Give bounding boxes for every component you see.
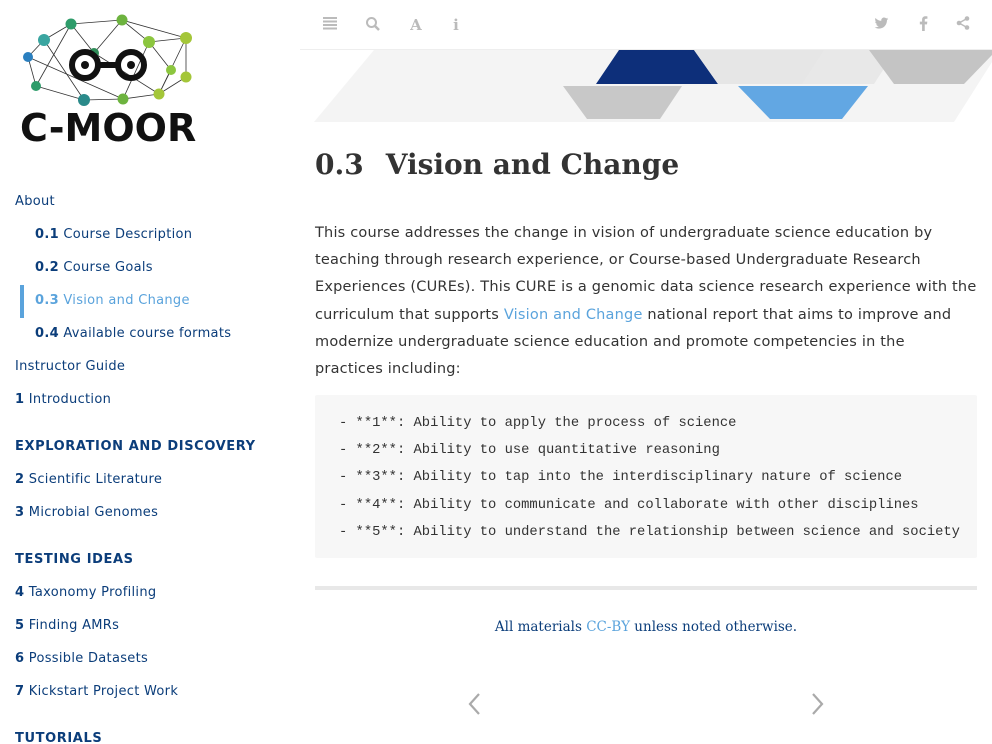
- sidebar-item-course-formats[interactable]: 0.4 Available course formats: [35, 326, 231, 341]
- logo-text: C-MOOR: [20, 106, 197, 150]
- code-line: - **2**: Ability to use quantitative rea…: [339, 443, 720, 459]
- sidebar-item-label: Course Description: [63, 227, 193, 242]
- search-icon[interactable]: [364, 16, 382, 34]
- sidebar-item-label: Scientific Literature: [28, 472, 163, 487]
- sidebar-header-testing-ideas: Testing Ideas: [15, 552, 134, 567]
- code-line: - **5**: Ability to understand the relat…: [339, 524, 960, 540]
- footer-divider: [315, 586, 977, 590]
- share-icon[interactable]: [954, 16, 972, 34]
- sidebar-item-label: Kickstart Project Work: [28, 684, 179, 699]
- menu-icon[interactable]: [321, 16, 339, 34]
- chevron-left-icon: [468, 693, 480, 715]
- sidebar-item-label: Vision and Change: [63, 293, 190, 308]
- sidebar-item-label: Available course formats: [63, 326, 232, 341]
- cc-by-link[interactable]: CC-BY: [586, 619, 630, 635]
- sidebar: C-MOOR About 0.1 Course Description 0.2 …: [0, 0, 300, 744]
- page-title-text: Vision and Change: [385, 148, 680, 181]
- section-number: 4: [15, 585, 25, 600]
- sidebar-item-label: Possible Datasets: [28, 651, 149, 666]
- chevron-right-icon: [812, 693, 824, 715]
- sidebar-item-label: Finding AMRs: [28, 618, 120, 633]
- sidebar-item-possible-datasets[interactable]: 6 Possible Datasets: [15, 651, 148, 666]
- intro-paragraph: This course addresses the change in visi…: [315, 220, 977, 383]
- license-note: All materials CC-BY unless noted otherwi…: [315, 619, 977, 635]
- section-number: 0.4: [35, 326, 59, 341]
- facebook-icon[interactable]: [914, 16, 932, 34]
- sidebar-item-label: Course Goals: [63, 260, 153, 275]
- sidebar-item-microbial-genomes[interactable]: 3 Microbial Genomes: [15, 505, 158, 520]
- code-line: - **1**: Ability to apply the process of…: [339, 416, 737, 431]
- code-block: - **1**: Ability to apply the process of…: [315, 395, 977, 558]
- sidebar-item-introduction[interactable]: 1 Introduction: [15, 392, 111, 407]
- sidebar-item-label: Introduction: [28, 392, 112, 407]
- sidebar-item-label: About: [15, 194, 55, 209]
- sidebar-header-exploration: Exploration and Discovery: [15, 439, 256, 454]
- top-toolbar: A i: [300, 0, 992, 50]
- c-moor-logo[interactable]: C-MOOR: [14, 8, 210, 153]
- section-number: 0.3: [35, 293, 59, 308]
- sidebar-item-course-description[interactable]: 0.1 Course Description: [35, 227, 192, 242]
- sidebar-item-taxonomy-profiling[interactable]: 4 Taxonomy Profiling: [15, 585, 156, 600]
- page-title: 0.3 Vision and Change: [315, 148, 679, 181]
- code-line: - **3**: Ability to tap into the interdi…: [339, 470, 903, 486]
- sidebar-item-label: Microbial Genomes: [28, 505, 159, 520]
- sidebar-item-course-goals[interactable]: 0.2 Course Goals: [35, 260, 153, 275]
- section-number: 2: [15, 472, 25, 487]
- sidebar-item-finding-amrs[interactable]: 5 Finding AMRs: [15, 618, 119, 633]
- section-number: 6: [15, 651, 25, 666]
- sidebar-item-about[interactable]: About: [15, 194, 55, 209]
- section-number: 0.2: [35, 260, 59, 275]
- sidebar-item-instructor-guide[interactable]: Instructor Guide: [15, 359, 125, 374]
- twitter-icon[interactable]: [872, 16, 890, 34]
- vision-and-change-link[interactable]: Vision and Change: [504, 307, 643, 323]
- section-number: 0.3: [315, 148, 364, 181]
- sidebar-item-label: Instructor Guide: [15, 359, 126, 374]
- font-icon[interactable]: A: [407, 16, 425, 34]
- info-icon[interactable]: i: [447, 16, 465, 34]
- section-number: 5: [15, 618, 25, 633]
- sidebar-item-kickstart-project[interactable]: 7 Kickstart Project Work: [15, 684, 178, 699]
- license-text: unless noted otherwise.: [630, 619, 798, 635]
- section-number: 0.1: [35, 227, 59, 242]
- license-text: All materials: [494, 619, 587, 635]
- code-line: - **4**: Ability to communicate and coll…: [339, 497, 919, 513]
- sidebar-item-label: Taxonomy Profiling: [28, 585, 157, 600]
- sidebar-header-tutorials: Tutorials: [15, 731, 103, 744]
- sidebar-item-vision-and-change[interactable]: 0.3 Vision and Change: [35, 293, 190, 308]
- active-indicator: [20, 285, 24, 318]
- next-page-button[interactable]: [808, 692, 828, 722]
- header-banner-image: [314, 50, 992, 122]
- sidebar-item-scientific-literature[interactable]: 2 Scientific Literature: [15, 472, 162, 487]
- previous-page-button[interactable]: [464, 692, 484, 722]
- section-number: 3: [15, 505, 25, 520]
- section-number: 1: [15, 392, 25, 407]
- section-number: 7: [15, 684, 25, 699]
